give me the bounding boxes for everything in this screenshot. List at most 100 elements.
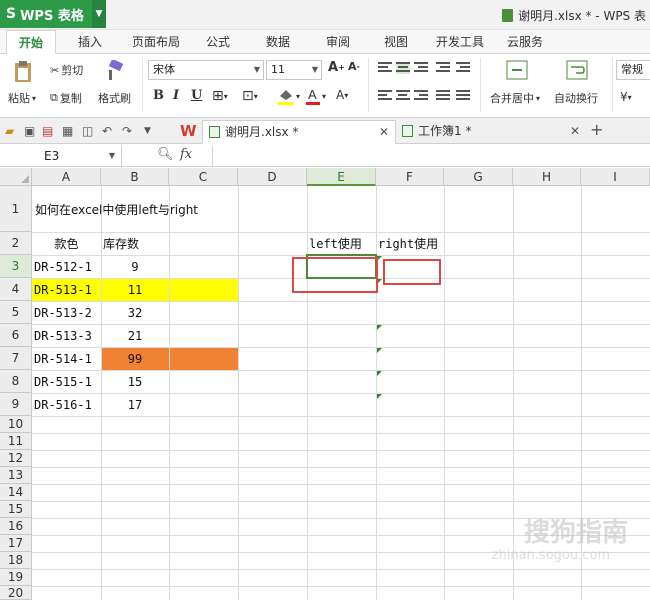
format-painter-icon[interactable] [104, 60, 124, 82]
cell-code[interactable]: DR-513-1 [32, 278, 92, 301]
underline-icon[interactable]: U [191, 88, 202, 103]
cell-code[interactable]: DR-515-1 [32, 370, 92, 393]
italic-icon[interactable]: I [173, 88, 179, 103]
align-bottom-icon[interactable] [414, 62, 428, 74]
row-header-1[interactable]: 1 [0, 186, 32, 232]
row-header-19[interactable]: 19 [0, 569, 32, 586]
tab-cloud[interactable]: 云服务 [500, 30, 550, 54]
row-header-6[interactable]: 6 [0, 324, 32, 347]
wrap-text-icon[interactable] [566, 60, 588, 80]
column-header-h[interactable]: H [513, 168, 581, 186]
column-header-a[interactable]: A [32, 168, 101, 186]
currency-icon[interactable]: ¥ ▾ [620, 90, 632, 104]
tab-view[interactable]: 视图 [376, 30, 416, 54]
tab-page-layout[interactable]: 页面布局 [126, 30, 186, 54]
row-header-12[interactable]: 12 [0, 450, 32, 467]
close-icon[interactable]: ✕ [379, 121, 389, 143]
paste-button[interactable]: 粘贴 ▾ [8, 90, 36, 106]
cell-f2-header[interactable]: right使用 [376, 232, 438, 255]
row-header-18[interactable]: 18 [0, 552, 32, 569]
bold-icon[interactable]: B [153, 88, 164, 103]
formula-input[interactable] [212, 146, 650, 166]
column-header-e[interactable]: E [307, 168, 376, 186]
align-left-icon[interactable] [378, 90, 392, 102]
name-box[interactable]: E3 ▼ [0, 146, 122, 166]
merge-center-icon[interactable] [506, 60, 528, 80]
tab-developer[interactable]: 开发工具 [430, 30, 490, 54]
column-header-d[interactable]: D [238, 168, 307, 186]
paste-icon[interactable] [12, 60, 34, 84]
font-size-select[interactable]: 11 ▼ [266, 60, 322, 80]
column-header-b[interactable]: B [101, 168, 169, 186]
save-icon[interactable]: ▣ [24, 124, 35, 138]
redo-icon[interactable]: ↷ [122, 124, 132, 138]
row-header-20[interactable]: 20 [0, 586, 32, 600]
select-all-corner[interactable] [0, 168, 32, 186]
row-header-3[interactable]: 3 [0, 255, 32, 278]
tab-formulas[interactable]: 公式 [198, 30, 238, 54]
tab-insert[interactable]: 插入 [70, 30, 110, 54]
align-right-icon[interactable] [414, 90, 428, 102]
cell-code[interactable]: DR-513-2 [32, 301, 92, 324]
cell-qty[interactable]: 15 [101, 370, 169, 393]
cell-qty[interactable]: 11 [101, 278, 169, 301]
cell-qty[interactable]: 99 [101, 347, 169, 370]
row-header-14[interactable]: 14 [0, 484, 32, 501]
tab-home[interactable]: 开始 [6, 30, 56, 55]
close-icon[interactable]: ✕ [570, 120, 580, 142]
indent-increase-icon[interactable] [456, 62, 470, 74]
row-header-9[interactable]: 9 [0, 393, 32, 416]
cell-qty[interactable]: 21 [101, 324, 169, 347]
copy-button[interactable]: ⧉ 复制 [50, 90, 82, 106]
cell-style-icon[interactable]: ⊡ ▾ [242, 88, 258, 104]
row-header-2[interactable]: 2 [0, 232, 32, 255]
app-menu-button[interactable]: S WPS 表格 ▼ [0, 0, 106, 28]
decrease-font-icon[interactable]: A- [348, 60, 360, 73]
row-header-17[interactable]: 17 [0, 535, 32, 552]
cell-e2-header[interactable]: left使用 [307, 232, 362, 255]
doc-tab-workbook1[interactable]: 工作簿1 * ✕ [396, 120, 586, 144]
chevron-down-icon[interactable]: ▼ [144, 126, 151, 136]
fill-color-icon[interactable]: ▾ [276, 86, 300, 106]
justify-icon[interactable] [436, 90, 450, 102]
cell-qty[interactable]: 17 [101, 393, 169, 416]
row-header-8[interactable]: 8 [0, 370, 32, 393]
chevron-down-icon[interactable]: ▼ [92, 0, 106, 28]
number-format-select[interactable]: 常规 [616, 60, 650, 80]
format-painter-button[interactable]: 格式刷 [98, 90, 131, 106]
distributed-icon[interactable] [456, 90, 470, 102]
tab-data[interactable]: 数据 [258, 30, 298, 54]
column-header-i[interactable]: I [581, 168, 650, 186]
cut-button[interactable]: ✂ 剪切 [50, 62, 83, 78]
cell-b2-header[interactable]: 库存数 [101, 232, 139, 255]
row-header-4[interactable]: 4 [0, 278, 32, 301]
font-name-select[interactable]: 宋体 ▼ [148, 60, 264, 80]
clear-format-icon[interactable]: A ▾ [336, 88, 348, 102]
row-header-13[interactable]: 13 [0, 467, 32, 484]
increase-font-icon[interactable]: A + [328, 60, 345, 75]
column-header-g[interactable]: G [444, 168, 513, 186]
column-header-f[interactable]: F [376, 168, 444, 186]
fx-icon[interactable]: fx [180, 147, 192, 162]
new-tab-icon[interactable]: + [590, 120, 603, 139]
wrap-text-button[interactable]: 自动换行 [554, 90, 598, 106]
align-top-icon[interactable] [378, 62, 392, 74]
column-header-c[interactable]: C [169, 168, 238, 186]
cell-code[interactable]: DR-513-3 [32, 324, 92, 347]
cell-a2-header[interactable]: 款色 [32, 232, 101, 255]
row-header-16[interactable]: 16 [0, 518, 32, 535]
font-color-icon[interactable]: A ▾ [304, 86, 326, 106]
zoom-icon[interactable]: 🔍︎ [157, 147, 174, 162]
print-preview-icon[interactable]: ◫ [82, 124, 93, 138]
tab-review[interactable]: 审阅 [318, 30, 358, 54]
cell-code[interactable]: DR-516-1 [32, 393, 92, 416]
row-header-5[interactable]: 5 [0, 301, 32, 324]
align-middle-icon[interactable] [396, 62, 410, 74]
merge-center-button[interactable]: 合并居中 ▾ [490, 90, 540, 106]
wps-home-icon[interactable]: W [180, 122, 197, 140]
cell-qty[interactable]: 32 [101, 301, 169, 324]
row-header-11[interactable]: 11 [0, 433, 32, 450]
undo-icon[interactable]: ↶ [102, 124, 112, 138]
row-header-15[interactable]: 15 [0, 501, 32, 518]
indent-decrease-icon[interactable] [436, 62, 450, 74]
